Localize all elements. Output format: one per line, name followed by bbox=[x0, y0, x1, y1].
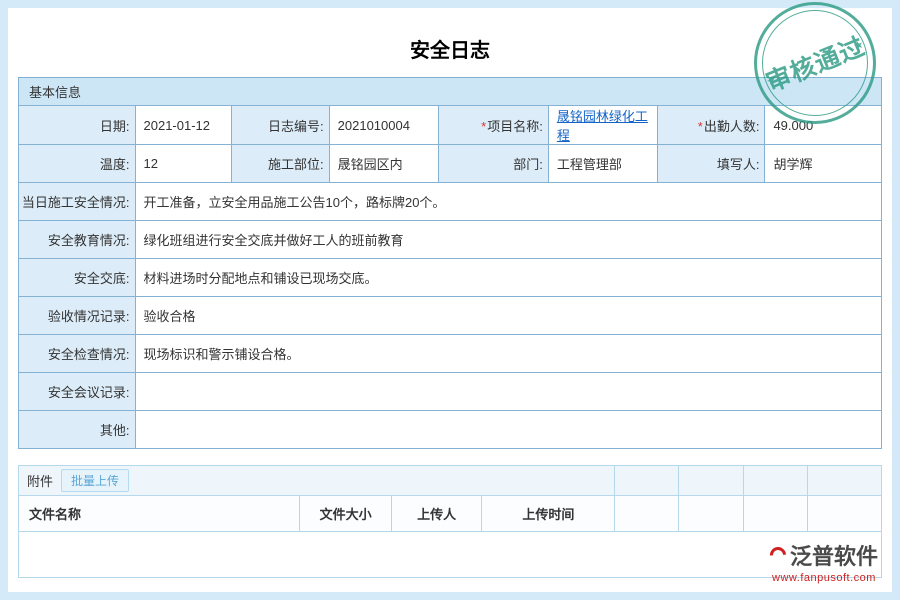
column-header-empty bbox=[807, 496, 881, 532]
column-header-upload-time: 上传时间 bbox=[482, 496, 615, 532]
attachments-header-spacer bbox=[679, 466, 744, 496]
log-number-value: 2021010004 bbox=[329, 106, 439, 145]
date-label: 日期: bbox=[19, 106, 136, 145]
log-number-label: 日志编号: bbox=[232, 106, 330, 145]
vendor-name: 泛普软件 bbox=[770, 539, 878, 571]
safety-meeting-value bbox=[135, 373, 882, 411]
column-header-empty bbox=[743, 496, 807, 532]
temperature-value: 12 bbox=[135, 145, 232, 183]
other-value bbox=[135, 411, 882, 449]
table-row: 当日施工安全情况: 开工准备，立安全用品施工公告10个，路标牌20个。 bbox=[19, 183, 882, 221]
table-row: 安全交底: 材料进场时分配地点和铺设已现场交底。 bbox=[19, 259, 882, 297]
attachments-table: 附件 批量上传 文件名称 文件大小 上传人 上传时间 bbox=[18, 465, 882, 578]
attachments-header-spacer bbox=[615, 466, 679, 496]
attendance-value: 49.000 bbox=[765, 106, 882, 145]
table-row bbox=[19, 532, 882, 578]
table-row: 安全会议记录: bbox=[19, 373, 882, 411]
daily-safety-value: 开工准备，立安全用品施工公告10个，路标牌20个。 bbox=[135, 183, 882, 221]
table-row: 其他: bbox=[19, 411, 882, 449]
safety-meeting-label: 安全会议记录: bbox=[19, 373, 136, 411]
empty-attachments-row bbox=[19, 532, 882, 578]
column-header-empty bbox=[679, 496, 744, 532]
department-value: 工程管理部 bbox=[548, 145, 658, 183]
safety-disclosure-value: 材料进场时分配地点和铺设已现场交底。 bbox=[135, 259, 882, 297]
vendor-url: www.fanpusoft.com bbox=[770, 572, 878, 584]
filled-by-label: 填写人: bbox=[658, 145, 765, 183]
acceptance-record-label: 验收情况记录: bbox=[19, 297, 136, 335]
date-value: 2021-01-12 bbox=[135, 106, 232, 145]
attachments-header-spacer bbox=[807, 466, 881, 496]
column-header-file-size: 文件大小 bbox=[300, 496, 391, 532]
project-name-label: *项目名称: bbox=[439, 106, 549, 145]
required-marker: * bbox=[481, 119, 486, 134]
vendor-name-text: 泛普软件 bbox=[790, 539, 878, 571]
safety-education-label: 安全教育情况: bbox=[19, 221, 136, 259]
construction-site-label: 施工部位: bbox=[232, 145, 330, 183]
other-label: 其他: bbox=[19, 411, 136, 449]
table-row: 日期: 2021-01-12 日志编号: 2021010004 *项目名称: 晟… bbox=[19, 106, 882, 145]
project-name-cell: 晟铭园林绿化工程 bbox=[548, 106, 658, 145]
department-label: 部门: bbox=[439, 145, 549, 183]
section-header-basic-info: 基本信息 bbox=[19, 78, 882, 106]
column-header-empty bbox=[615, 496, 679, 532]
safety-disclosure-label: 安全交底: bbox=[19, 259, 136, 297]
content-sheet: 安全日志 基本信息 日期: 2021-01-12 日志编号: 202101000… bbox=[8, 8, 892, 592]
page-title: 安全日志 bbox=[18, 34, 882, 63]
attachments-header-spacer bbox=[743, 466, 807, 496]
safety-inspection-value: 现场标识和警示铺设合格。 bbox=[135, 335, 882, 373]
batch-upload-button[interactable]: 批量上传 bbox=[61, 469, 129, 492]
acceptance-record-value: 验收合格 bbox=[135, 297, 882, 335]
attachments-header: 附件 批量上传 bbox=[19, 466, 615, 496]
attendance-label: *出勤人数: bbox=[658, 106, 765, 145]
project-name-link[interactable]: 晟铭园林绿化工程 bbox=[557, 109, 648, 143]
filled-by-value: 胡学辉 bbox=[765, 145, 882, 183]
column-header-file-name: 文件名称 bbox=[19, 496, 300, 532]
temperature-label: 温度: bbox=[19, 145, 136, 183]
construction-site-value: 晟铭园区内 bbox=[329, 145, 439, 183]
table-row: 验收情况记录: 验收合格 bbox=[19, 297, 882, 335]
daily-safety-label: 当日施工安全情况: bbox=[19, 183, 136, 221]
attachments-title: 附件 bbox=[27, 471, 53, 490]
safety-inspection-label: 安全检查情况: bbox=[19, 335, 136, 373]
vendor-logo: 泛普软件 www.fanpusoft.com bbox=[770, 539, 878, 584]
column-header-uploader: 上传人 bbox=[391, 496, 482, 532]
required-marker: * bbox=[698, 119, 703, 134]
safety-education-value: 绿化班组进行安全交底并做好工人的班前教育 bbox=[135, 221, 882, 259]
table-row: 温度: 12 施工部位: 晟铭园区内 部门: 工程管理部 填写人: 胡学辉 bbox=[19, 145, 882, 183]
basic-info-table: 基本信息 日期: 2021-01-12 日志编号: 2021010004 *项目… bbox=[18, 77, 882, 449]
table-row: 安全教育情况: 绿化班组进行安全交底并做好工人的班前教育 bbox=[19, 221, 882, 259]
table-row: 安全检查情况: 现场标识和警示铺设合格。 bbox=[19, 335, 882, 373]
logo-swoosh-icon bbox=[767, 544, 790, 567]
